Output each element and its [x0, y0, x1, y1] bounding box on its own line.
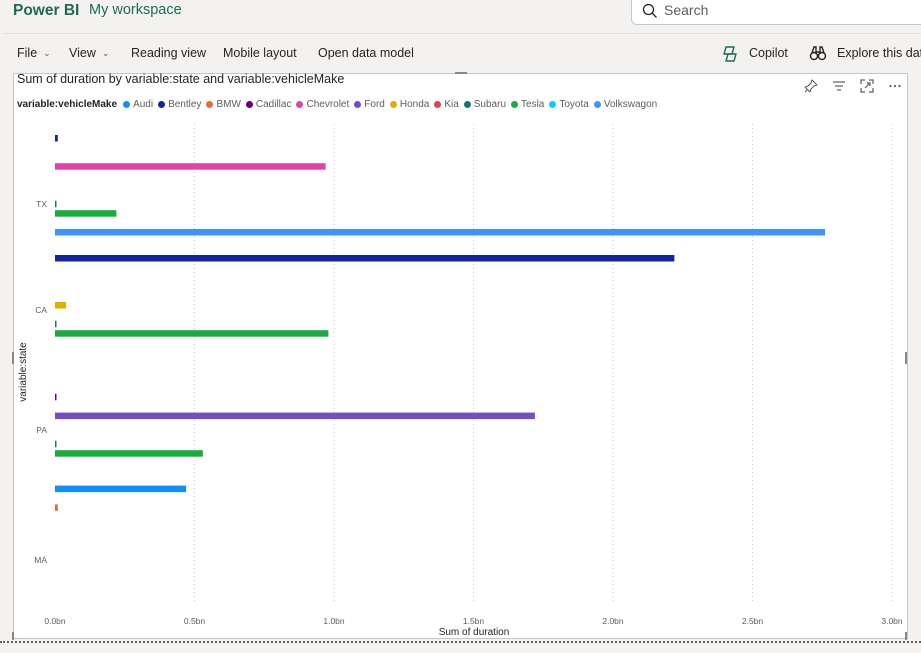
bar-chart-plot: 0.0bn 0.5bn 1.0bn 1.5bn 2.0bn 2.5bn 3.0bn Sum o… — [18, 124, 903, 638]
x-tick-label: 2.5bn — [742, 616, 764, 626]
bar-pa-tesla — [55, 450, 203, 457]
canvas-bottom-edge — [0, 641, 921, 643]
y-tick-label: PA — [36, 425, 47, 435]
x-axis-title: Sum of duration — [439, 627, 510, 638]
x-tick-label: 2.0bn — [602, 616, 624, 626]
bar-tx-chevrolet — [55, 163, 326, 170]
x-tick-label: 3.0bn — [881, 616, 903, 626]
y-tick-label: MA — [34, 555, 47, 565]
x-tick-label: 1.5bn — [463, 616, 485, 626]
bar-tx-bentley — [55, 135, 58, 142]
bar-tx-subaru — [55, 200, 57, 208]
bar-ca-tesla — [55, 330, 329, 337]
bar-pa-cadillac — [55, 393, 57, 401]
bar-pa-subaru — [55, 440, 57, 448]
bar-pa-ford — [55, 412, 535, 420]
bar-ma-audi — [55, 485, 187, 493]
x-tick-label: 1.0bn — [323, 616, 345, 626]
bar-ca-honda — [55, 302, 67, 309]
bar-ma-bmw — [55, 504, 58, 511]
x-tick-label: 0.0bn — [44, 616, 66, 626]
bar-ca-subaru — [55, 320, 57, 328]
y-tick-label: CA — [35, 305, 47, 315]
x-tick-label: 0.5bn — [184, 616, 206, 626]
bar-tx-volkswagon — [55, 229, 826, 236]
bar-ca-bentley — [55, 255, 675, 262]
bar-tx-tesla — [55, 210, 117, 217]
y-axis-title: variable:state — [18, 342, 29, 402]
y-tick-label: TX — [36, 199, 47, 209]
